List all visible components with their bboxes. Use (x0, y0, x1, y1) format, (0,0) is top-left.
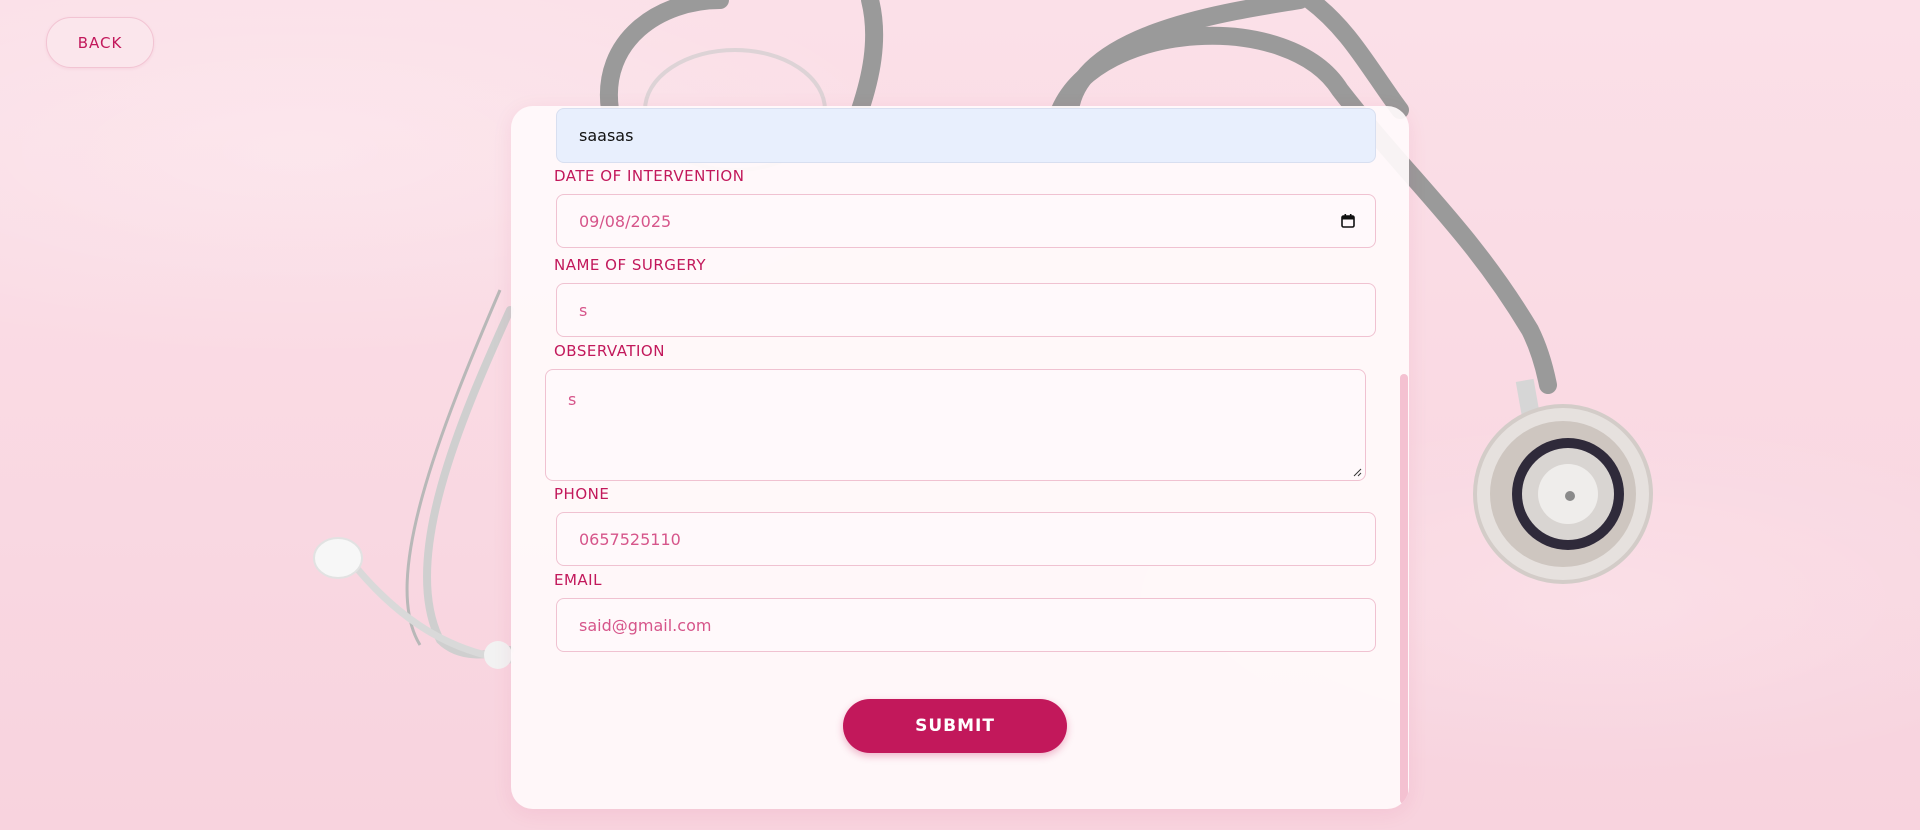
email-value: said@gmail.com (579, 615, 712, 635)
phone-input[interactable]: 0657525110 (556, 512, 1376, 566)
email-label: EMAIL (554, 571, 602, 589)
top-prefilled-value: saasas (579, 126, 634, 145)
observation-value: s (568, 390, 577, 409)
back-button[interactable]: BACK (46, 17, 154, 68)
back-button-label: BACK (77, 33, 123, 52)
observation-textarea[interactable]: s (545, 369, 1366, 481)
calendar-icon[interactable] (1341, 214, 1355, 228)
top-prefilled-input[interactable]: saasas (556, 108, 1376, 163)
name-of-surgery-input[interactable]: s (556, 283, 1376, 337)
scrollbar-thumb[interactable] (1400, 374, 1408, 804)
submit-button-label: SUBMIT (915, 716, 995, 736)
intervention-form-card: saasas DATE OF INTERVENTION 09/08/2025 N… (511, 106, 1409, 809)
name-of-surgery-label: NAME OF SURGERY (554, 256, 707, 274)
resize-handle-icon[interactable] (1352, 467, 1362, 477)
phone-label: PHONE (554, 485, 610, 503)
submit-button[interactable]: SUBMIT (843, 699, 1067, 753)
page-background: BACK saasas DATE OF INTERVENTION 09/08/2… (0, 0, 1920, 830)
date-of-intervention-value: 09/08/2025 (579, 211, 672, 231)
phone-value: 0657525110 (579, 529, 681, 549)
observation-label: OBSERVATION (554, 342, 665, 360)
date-of-intervention-label: DATE OF INTERVENTION (554, 167, 745, 185)
name-of-surgery-value: s (579, 300, 588, 320)
form-scrollbar[interactable] (1399, 106, 1409, 809)
email-input[interactable]: said@gmail.com (556, 598, 1376, 652)
date-of-intervention-input[interactable]: 09/08/2025 (556, 194, 1376, 248)
